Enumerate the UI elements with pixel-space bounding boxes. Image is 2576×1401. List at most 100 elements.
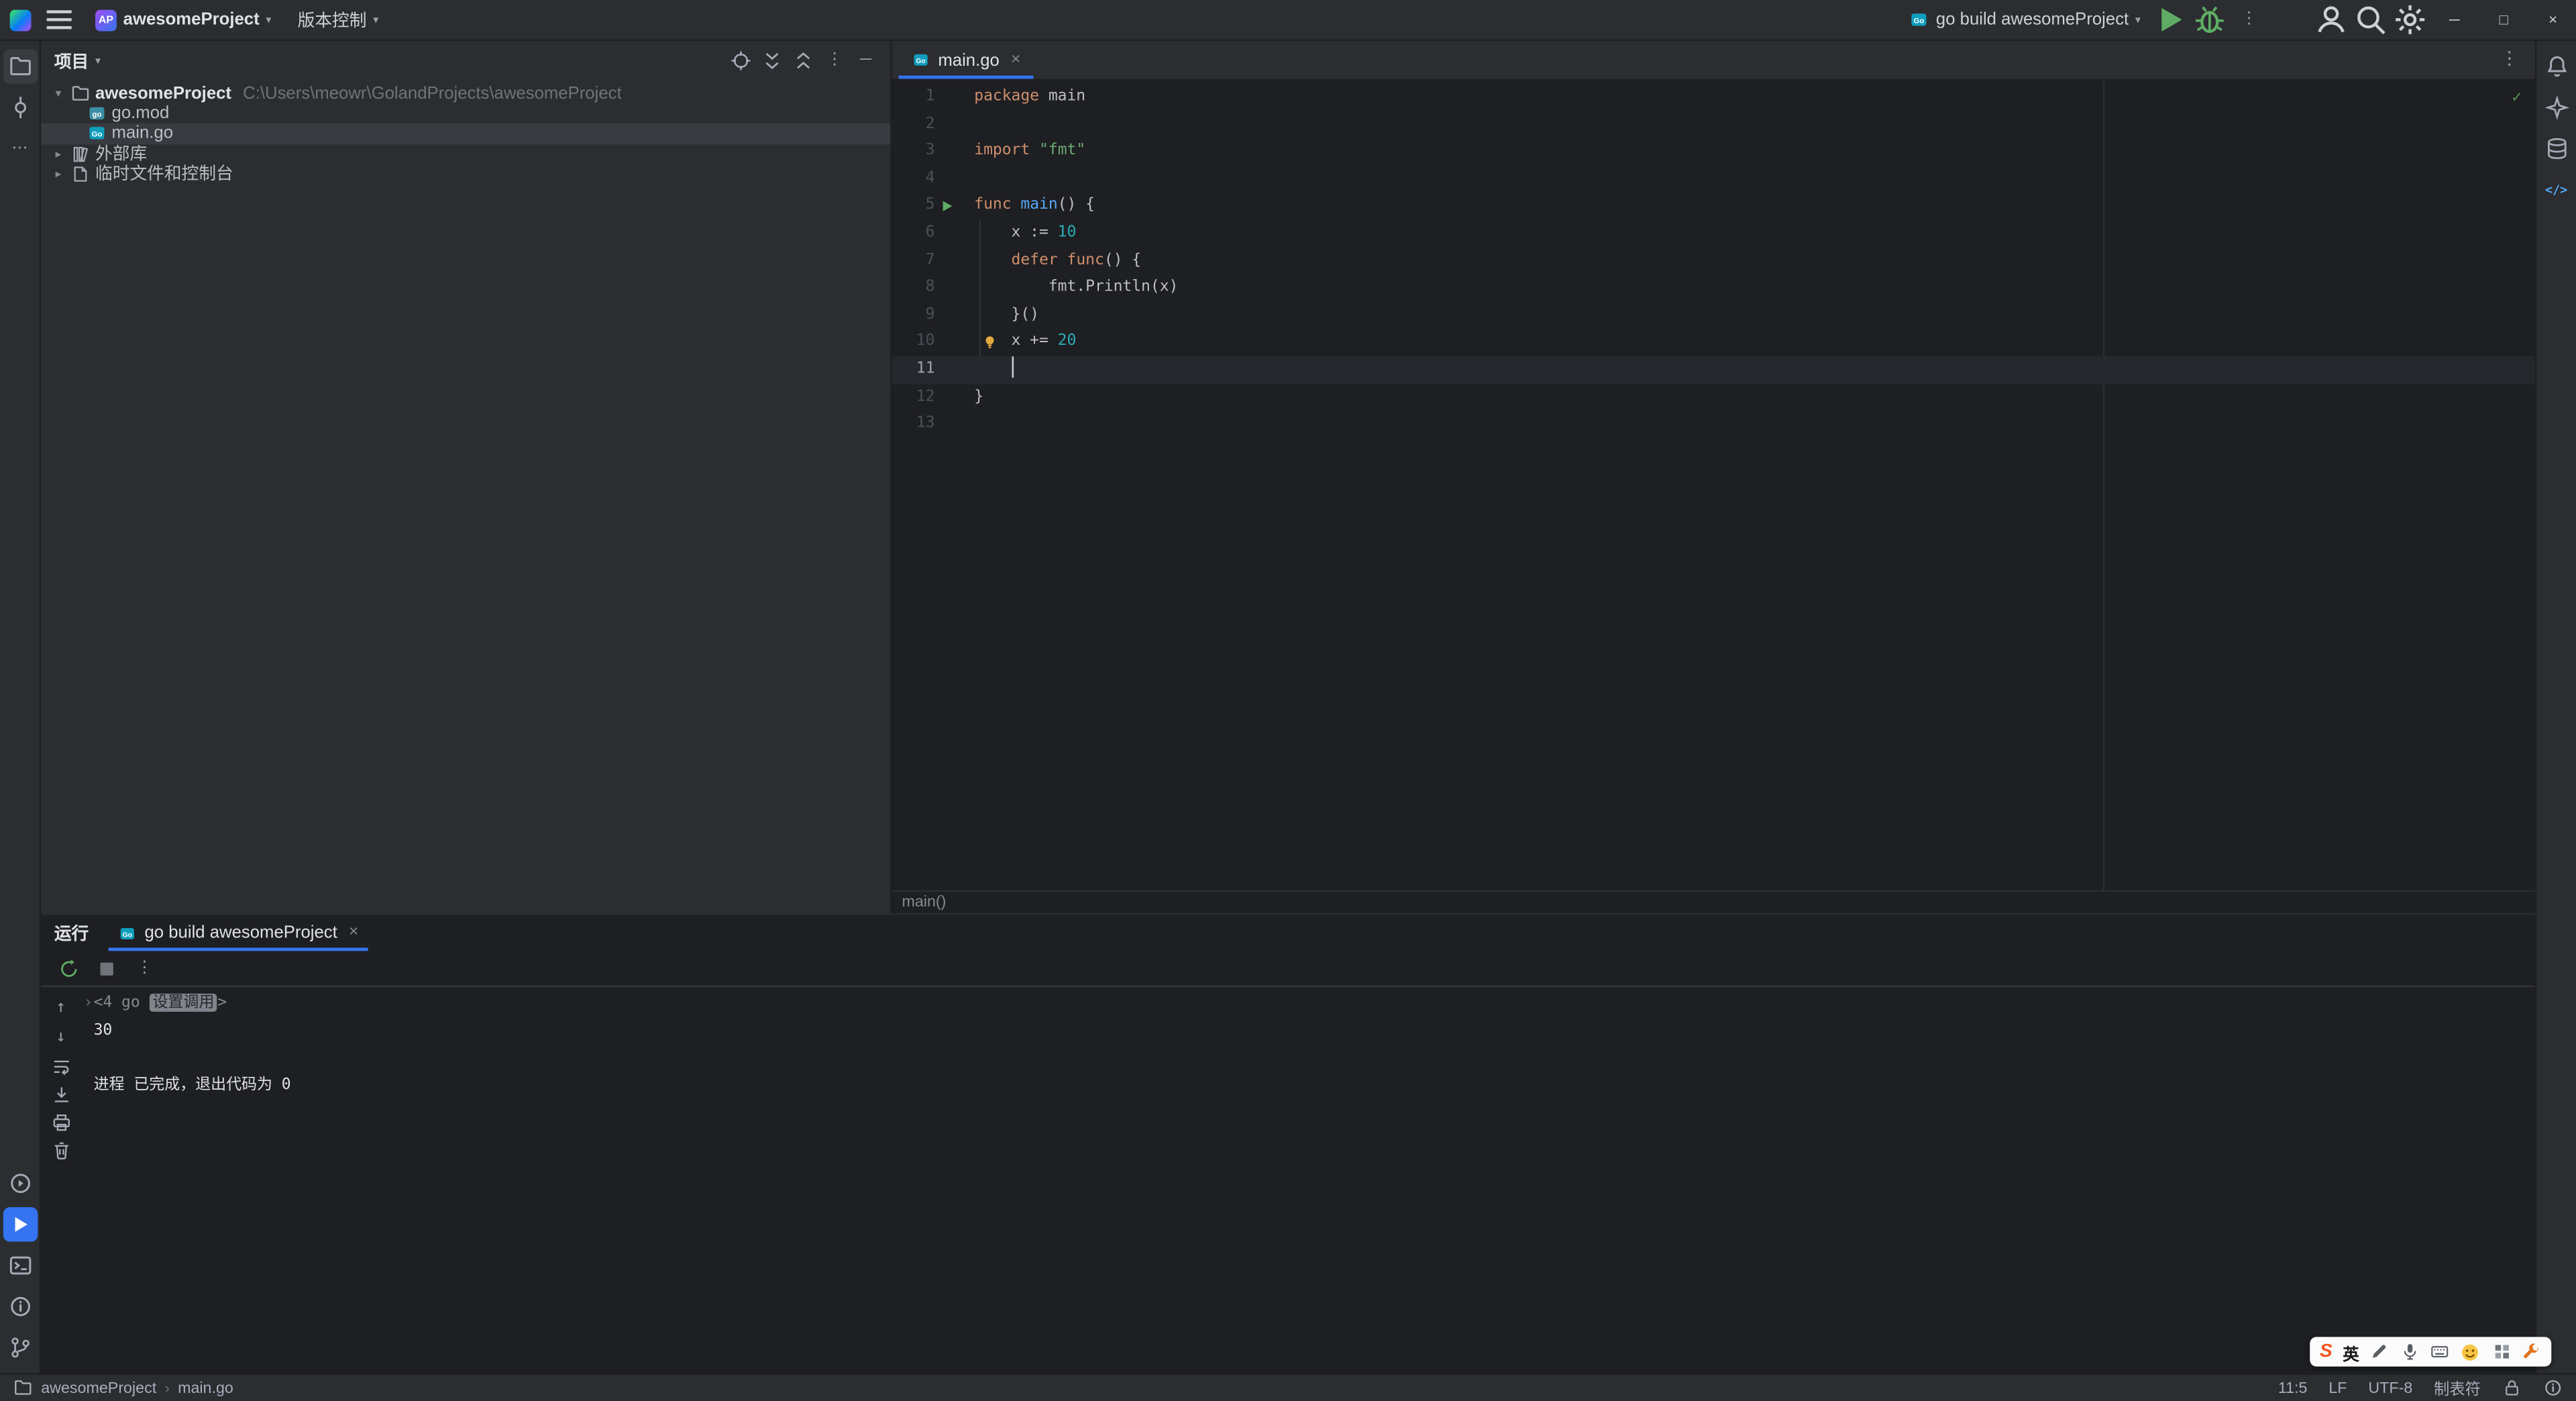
virtual-keyboard-icon[interactable]	[2430, 1342, 2449, 1361]
vcs-widget[interactable]: 版本控制 ▾	[289, 4, 386, 36]
settings-icon[interactable]	[2392, 1, 2428, 38]
git-toolwindow-button[interactable]	[3, 1331, 37, 1365]
close-button[interactable]: ×	[2530, 0, 2576, 40]
gutter-icon-area	[934, 356, 974, 384]
emoji-icon[interactable]	[2460, 1341, 2481, 1363]
scroll-to-end-icon[interactable]	[50, 1084, 72, 1106]
tree-label: go.mod	[111, 103, 170, 124]
problems-toolwindow-button[interactable]	[3, 1290, 37, 1324]
console-output[interactable]: › <4 go 设置调用 >30 进程 已完成，退出代码为 0	[80, 987, 2535, 1373]
code-line-13[interactable]: 13	[892, 411, 2535, 438]
run-options-icon[interactable]: ⋮	[133, 957, 156, 980]
code-area[interactable]: ✓ 1 package main 2 3 import "fmt" 4 5 func main…	[892, 80, 2535, 890]
run-config-widget[interactable]: Go go build awesomeProject ▾	[1901, 7, 2149, 33]
breadcrumb-main[interactable]: main()	[902, 894, 946, 912]
ime-language-indicator[interactable]: 英	[2343, 1339, 2359, 1364]
search-icon[interactable]	[2353, 1, 2389, 38]
chevron-right-icon[interactable]: ▸	[51, 167, 66, 180]
tab-options-icon[interactable]: ⋮	[2500, 50, 2534, 69]
code-line-4[interactable]: 4	[892, 166, 2535, 193]
code-text-11	[974, 356, 2535, 384]
tree-item-go-mod[interactable]: go go.mod	[41, 104, 890, 124]
next-occurrence-icon[interactable]: ↓	[49, 1027, 72, 1049]
code-line-2[interactable]: 2	[892, 111, 2535, 138]
notifications-toolwindow-button[interactable]	[2539, 49, 2573, 83]
tree-item-main-go[interactable]: Go main.go	[41, 123, 891, 144]
run-button[interactable]	[2152, 1, 2188, 38]
print-icon[interactable]	[50, 1112, 72, 1133]
run-tab[interactable]: Go go build awesomeProject ×	[108, 915, 369, 951]
lock-icon[interactable]	[2502, 1378, 2522, 1398]
tab-main-go[interactable]: Go main.go ×	[898, 41, 1034, 79]
terminal-toolwindow-button[interactable]	[3, 1248, 37, 1282]
code-line-8[interactable]: 8 fmt.Println(x)	[892, 274, 2535, 302]
hide-panel-icon[interactable]: ─	[854, 49, 877, 72]
cursor-position[interactable]: 11:5	[2278, 1379, 2308, 1397]
code-line-5[interactable]: 5 func main() {	[892, 193, 2535, 220]
main-menu-icon[interactable]	[41, 1, 77, 38]
console-line-1[interactable]: › <4 go 设置调用 >	[80, 990, 2535, 1018]
line-separator[interactable]: LF	[2328, 1379, 2347, 1397]
run-toolwindow-button[interactable]	[2, 1207, 38, 1242]
close-tab-icon[interactable]: ×	[1011, 51, 1020, 68]
chevron-down-icon[interactable]: ▾	[51, 87, 66, 100]
database-toolwindow-button[interactable]	[2539, 132, 2573, 166]
stop-icon[interactable]	[95, 957, 118, 980]
code-line-12[interactable]: 12}	[892, 384, 2535, 411]
handwriting-icon[interactable]	[2369, 1342, 2389, 1361]
code-line-11[interactable]: 11	[892, 356, 2535, 384]
locate-file-icon[interactable]	[729, 49, 752, 72]
soft-wrap-icon[interactable]	[50, 1056, 72, 1078]
rerun-icon[interactable]	[58, 957, 80, 980]
status-file[interactable]: main.go	[178, 1379, 233, 1397]
ai-assistant-toolwindow-button[interactable]	[2539, 91, 2573, 125]
code-text-7: defer func() {	[1011, 250, 1142, 269]
ime-settings-icon[interactable]	[2522, 1342, 2541, 1361]
info-icon[interactable]	[2543, 1378, 2563, 1398]
code-line-6[interactable]: 6 x := 10	[892, 220, 2535, 248]
expand-all-icon[interactable]	[761, 49, 784, 72]
chevron-right-icon[interactable]: ▸	[51, 147, 66, 160]
code-line-7[interactable]: 7 defer func() {	[892, 248, 2535, 275]
project-panel-title[interactable]: 项目	[54, 48, 89, 73]
code-line-10[interactable]: 10 x += 20	[892, 329, 2535, 356]
services-toolwindow-button[interactable]	[3, 1166, 37, 1200]
fold-toggle-icon[interactable]: ›	[84, 990, 93, 1018]
voice-input-icon[interactable]	[2400, 1342, 2419, 1361]
indent-style[interactable]: 制表符	[2434, 1376, 2481, 1400]
close-run-tab-icon[interactable]: ×	[349, 924, 358, 941]
gosetup-fold-chip[interactable]: 设置调用	[149, 993, 218, 1012]
code-with-me-icon[interactable]	[2313, 1, 2349, 38]
maximize-button[interactable]: □	[2481, 0, 2527, 40]
gutter: 12	[892, 384, 974, 411]
tree-item-scratches-and-consoles[interactable]: ▸ 临时文件和控制台	[41, 164, 890, 185]
tree-item-root[interactable]: ▾ awesomeProject C:\Users\meowr\GolandProj…	[41, 84, 890, 104]
more-actions-icon[interactable]: ⋮	[2231, 1, 2267, 38]
code-toolwindow-button[interactable]: </>	[2539, 172, 2573, 207]
debug-button[interactable]	[2192, 1, 2228, 38]
tree-item-external-libraries[interactable]: ▸ 外部库	[41, 144, 890, 164]
run-main-icon[interactable]	[934, 193, 974, 220]
folder-icon	[7, 54, 32, 79]
commit-toolwindow-button[interactable]	[3, 91, 37, 125]
ime-apps-icon[interactable]	[2491, 1342, 2511, 1361]
run-config-icon: Go	[1910, 10, 1929, 30]
intention-bulb-icon[interactable]	[981, 333, 999, 352]
collapse-all-icon[interactable]	[792, 49, 814, 72]
minimize-button[interactable]: ─	[2431, 0, 2477, 40]
line-number: 12	[916, 386, 935, 405]
code-text-10: x += 20	[974, 332, 1077, 352]
code-line-1[interactable]: 1 package main	[892, 84, 2535, 111]
prev-occurrence-icon[interactable]: ↑	[49, 997, 72, 1020]
code-line-9[interactable]: 9 }()	[892, 302, 2535, 329]
code-line-3[interactable]: 3 import "fmt"	[892, 138, 2535, 166]
sogou-logo-icon[interactable]: S	[2320, 1342, 2332, 1361]
clear-console-icon[interactable]	[50, 1140, 72, 1161]
file-encoding[interactable]: UTF-8	[2368, 1379, 2412, 1397]
status-project[interactable]: awesomeProject	[41, 1379, 156, 1397]
more-toolwindows-button[interactable]: ⋯	[3, 132, 37, 166]
project-widget[interactable]: AP awesomeProject ▾	[87, 6, 280, 34]
bell-icon	[2544, 54, 2569, 79]
project-toolwindow-button[interactable]	[2, 49, 38, 84]
panel-options-icon[interactable]: ⋮	[823, 49, 846, 72]
